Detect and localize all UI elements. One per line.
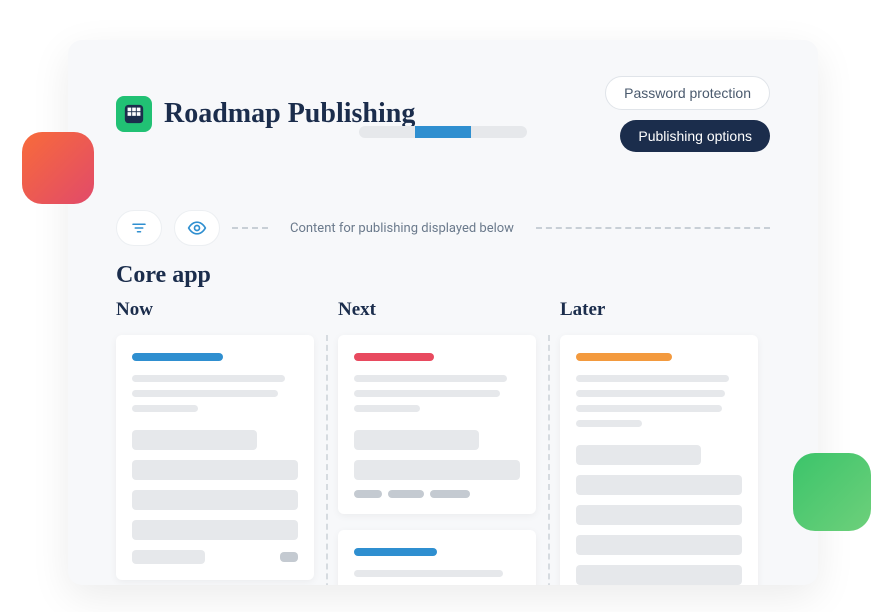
placeholder-block xyxy=(132,490,298,510)
card-highlight-bar xyxy=(132,353,223,361)
placeholder-block xyxy=(132,430,257,450)
card-tags xyxy=(354,490,520,498)
column-label: Later xyxy=(560,299,758,321)
decorative-blob-green xyxy=(793,453,871,531)
column-next: Next xyxy=(326,299,548,585)
placeholder-line xyxy=(132,390,278,397)
placeholder-line xyxy=(354,375,507,382)
placeholder-pill xyxy=(354,490,382,498)
roadmap-card[interactable] xyxy=(560,335,758,585)
placeholder-block xyxy=(576,535,742,555)
roadmap-card[interactable] xyxy=(338,335,536,514)
password-protection-button[interactable]: Password protection xyxy=(605,76,770,110)
publishing-options-button[interactable]: Publishing options xyxy=(620,120,770,152)
placeholder-line xyxy=(576,420,642,427)
progress-bar xyxy=(359,126,527,138)
dashed-divider xyxy=(232,227,268,229)
placeholder-line xyxy=(576,405,722,412)
placeholder-block xyxy=(576,565,742,585)
placeholder-pill xyxy=(430,490,470,498)
roadmap-card[interactable] xyxy=(338,530,536,585)
card-highlight-bar xyxy=(354,548,437,556)
header-actions: Password protection Publishing options xyxy=(605,76,770,152)
columns: Now Next xyxy=(116,299,770,585)
placeholder-line xyxy=(354,570,503,577)
placeholder-block xyxy=(354,460,520,480)
header: Roadmap Publishing Password protection P… xyxy=(116,76,770,152)
column-later: Later xyxy=(548,299,770,585)
placeholder-line xyxy=(576,375,729,382)
placeholder-block xyxy=(576,505,742,525)
toolbar: Content for publishing displayed below xyxy=(116,210,770,246)
divider-caption: Content for publishing displayed below xyxy=(280,221,524,236)
filter-button[interactable] xyxy=(116,210,162,246)
roadmap-card[interactable] xyxy=(116,335,314,580)
column-label: Next xyxy=(338,299,536,321)
column-label: Now xyxy=(116,299,314,321)
placeholder-block xyxy=(132,520,298,540)
placeholder-line xyxy=(132,405,198,412)
eye-icon xyxy=(187,218,207,238)
placeholder-line xyxy=(132,375,285,382)
column-now: Now xyxy=(116,299,326,585)
placeholder-block xyxy=(354,430,479,450)
placeholder-block xyxy=(132,460,298,480)
placeholder-block xyxy=(576,445,701,465)
card-highlight-bar xyxy=(354,353,434,361)
filter-icon xyxy=(130,219,148,237)
visibility-button[interactable] xyxy=(174,210,220,246)
placeholder-line xyxy=(354,390,500,397)
placeholder-line xyxy=(576,390,725,397)
section-title: Core app xyxy=(116,262,770,289)
placeholder-block xyxy=(576,475,742,495)
progress-fill xyxy=(415,126,471,138)
placeholder-pill xyxy=(280,552,298,562)
placeholder-block xyxy=(132,550,205,564)
app-panel: Roadmap Publishing Password protection P… xyxy=(68,40,818,585)
dashed-divider xyxy=(536,227,770,229)
decorative-blob-orange xyxy=(22,132,94,204)
card-highlight-bar xyxy=(576,353,672,361)
placeholder-line xyxy=(354,405,420,412)
app-logo-icon xyxy=(116,96,152,132)
placeholder-pill xyxy=(388,490,424,498)
